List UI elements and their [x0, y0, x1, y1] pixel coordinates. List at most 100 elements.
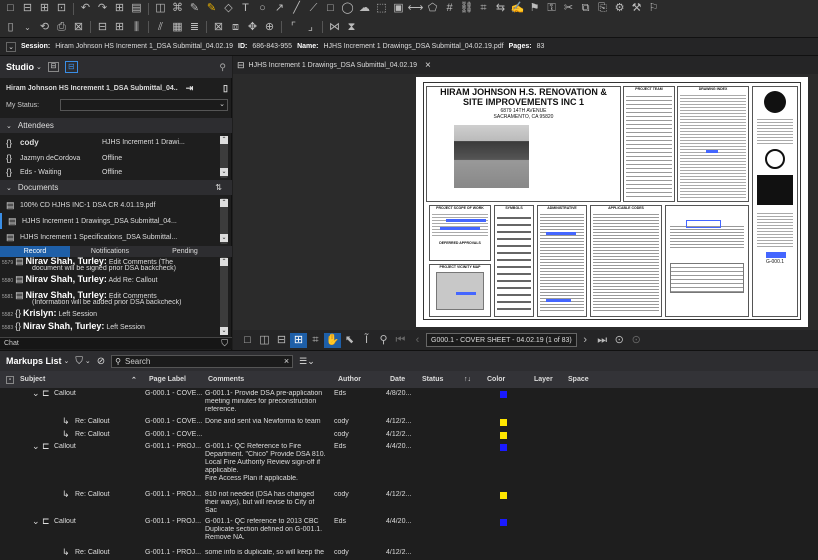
back-icon[interactable]: ⊙	[611, 333, 628, 348]
markup-color-swatch[interactable]	[500, 391, 507, 398]
move-icon[interactable]: ✥	[244, 20, 261, 35]
frame-icon[interactable]: ⌜	[285, 20, 302, 35]
arrow-icon[interactable]: ↗	[271, 1, 288, 16]
table-icon[interactable]: ▦	[169, 20, 186, 35]
markup-row[interactable]: ⌄ ⊏ Callout G-001.1 - PROJ... G-001.1- QC R…	[0, 442, 818, 482]
ellipse-icon[interactable]: ◯	[339, 1, 356, 16]
close-icon[interactable]: ×	[425, 60, 431, 71]
forward-icon[interactable]: ⊙	[628, 333, 645, 348]
snapshot-icon[interactable]: ◫	[152, 1, 169, 16]
new-icon[interactable]: □	[2, 1, 19, 16]
undo-icon[interactable]: ↶	[77, 1, 94, 16]
scroll-down-icon[interactable]: ⌄	[220, 168, 228, 176]
document-icon[interactable]: ▯	[2, 20, 19, 35]
documents-header[interactable]: ⌄ Documents ⇅	[0, 180, 232, 195]
page-icon[interactable]: ⎙	[53, 20, 70, 35]
rectangle-icon[interactable]: □	[322, 1, 339, 16]
sort-icon[interactable]: ⇅	[215, 183, 222, 192]
next-page-icon[interactable]: ›	[577, 333, 594, 348]
document-tab-title[interactable]: HJHS Increment 1 Drawings_DSA Submittal_…	[249, 62, 417, 69]
pin-icon[interactable]: ⚲	[219, 62, 226, 73]
tab-pending[interactable]: Pending	[150, 248, 220, 255]
count-icon[interactable]: #	[441, 1, 458, 16]
studio-window-icon[interactable]: ⊟	[47, 62, 59, 72]
scroll-down-icon[interactable]: ⌄	[220, 234, 228, 242]
line-icon[interactable]: ╱	[288, 1, 305, 16]
scroll-down-icon[interactable]: ⌄	[220, 327, 228, 335]
document-row[interactable]: ▤ 100% CD HJHS INC-1 DSA CR 4.01.19.pdf	[0, 198, 232, 212]
first-page-icon[interactable]: ⏮	[392, 333, 409, 348]
chevron-down-icon[interactable]: ⌄	[6, 41, 16, 52]
paste-icon[interactable]: ⎘	[594, 1, 611, 16]
tab-record[interactable]: Record	[0, 246, 70, 257]
open-icon[interactable]: ⊟	[19, 1, 36, 16]
markup-color-swatch[interactable]	[500, 444, 507, 451]
single-page-icon[interactable]: □	[239, 333, 256, 348]
markup-row[interactable]: ↳ Re: Callout G-001.1 - PROJ... 810 not nee…	[0, 490, 818, 514]
chevron-down-icon[interactable]: ⌄	[219, 100, 225, 108]
rotate-icon[interactable]: ⟲	[36, 20, 53, 35]
area-icon[interactable]: ⬠	[424, 1, 441, 16]
group-icon[interactable]: ⧈	[227, 20, 244, 35]
attendee-row[interactable]: {} cody HJHS Increment 1 Drawi...	[0, 135, 232, 150]
snap-icon[interactable]: ⌟	[302, 20, 319, 35]
print-icon[interactable]: ⊡	[53, 1, 70, 16]
grid-view-icon[interactable]: ⊞	[290, 332, 307, 348]
crop-icon[interactable]: ⌗	[475, 1, 492, 16]
markup-color-swatch[interactable]	[500, 419, 507, 426]
text-icon[interactable]: T	[237, 1, 254, 16]
measure-icon[interactable]: ⟷	[407, 1, 424, 16]
cut-icon[interactable]: ✂	[560, 1, 577, 16]
document-icon[interactable]: ▯	[223, 83, 228, 94]
attendees-header[interactable]: ⌄ Attendees	[0, 118, 232, 133]
hourglass-icon[interactable]: ⧗	[343, 20, 360, 35]
attendee-row[interactable]: {} Eds - Waiting Offline	[0, 166, 232, 178]
markup-row[interactable]: ↳ Re: Callout G-000.1 - COVE... Done and se…	[0, 417, 818, 429]
layers-icon[interactable]: ▤	[128, 1, 145, 16]
flatten-icon[interactable]: ⫽	[152, 20, 169, 35]
grid-icon[interactable]: ⊞	[111, 1, 128, 16]
eraser-icon[interactable]: ◇	[220, 1, 237, 16]
flip-icon[interactable]: ⋈	[326, 20, 343, 35]
target-icon[interactable]: ⊕	[261, 20, 278, 35]
save-icon[interactable]: ⊞	[36, 1, 53, 16]
stack-icon[interactable]: ≣	[186, 20, 203, 35]
markup-color-swatch[interactable]	[500, 519, 507, 526]
select-icon[interactable]: ⬉	[341, 333, 358, 348]
leave-session-icon[interactable]: ⇥	[186, 83, 194, 94]
highlight-icon[interactable]: ✎	[203, 1, 220, 16]
markup-highlight[interactable]	[766, 252, 786, 258]
filter-icon[interactable]: ⛉	[221, 338, 228, 349]
last-page-icon[interactable]: ⏭	[594, 333, 611, 348]
wrench-icon[interactable]: ⚒	[628, 1, 645, 16]
records-scrollbar[interactable]	[220, 257, 228, 335]
lock-icon[interactable]: ⚿	[543, 1, 560, 16]
markup-highlight[interactable]	[546, 299, 571, 302]
markup-highlight[interactable]	[686, 220, 721, 228]
markup-row[interactable]: ↳ Re: Callout G-000.1 - COVE... cody 4/12/2.…	[0, 430, 818, 442]
pan-icon[interactable]: ✋	[324, 332, 341, 348]
scroll-up-icon[interactable]: ⌃	[220, 258, 228, 266]
document-row[interactable]: ▤ HJHS Increment 1 Specifications_DSA Su…	[0, 230, 232, 244]
page-select[interactable]: G000.1 - COVER SHEET - 04.02.19 (1 of 83…	[426, 333, 577, 347]
markup-highlight[interactable]	[546, 232, 576, 235]
zoom-icon[interactable]: ⚲	[375, 333, 392, 348]
fit-icon[interactable]: ⌗	[307, 333, 324, 348]
markup-highlight[interactable]	[440, 227, 480, 230]
chevron-down-icon[interactable]: ⌄	[19, 20, 36, 35]
scroll-up-icon[interactable]: ⌃	[220, 136, 228, 144]
markup-icon[interactable]: ⌘	[169, 1, 186, 16]
two-page-icon[interactable]: ◫	[256, 333, 273, 348]
markup-color-swatch[interactable]	[500, 432, 507, 439]
markup-highlight[interactable]	[446, 219, 486, 222]
copy-icon[interactable]: ⧉	[577, 1, 594, 16]
chat-input[interactable]: Chat ⛉	[0, 337, 232, 349]
scroll-up-icon[interactable]: ⌃	[220, 199, 228, 207]
markup-row[interactable]: ⌄ ⊏ Callout G-001.1 - PROJ... G-001.1- QC r…	[0, 517, 818, 541]
redo-icon[interactable]: ↷	[94, 1, 111, 16]
flag-icon[interactable]: ⚑	[526, 1, 543, 16]
bookmark-page-icon[interactable]: ⊠	[70, 20, 87, 35]
document-row-active[interactable]: ▤ HJHS Increment 1 Drawings_DSA Submitta…	[0, 213, 232, 229]
compare-icon[interactable]: ⇆	[492, 1, 509, 16]
tile-icon[interactable]: ⊞	[111, 20, 128, 35]
